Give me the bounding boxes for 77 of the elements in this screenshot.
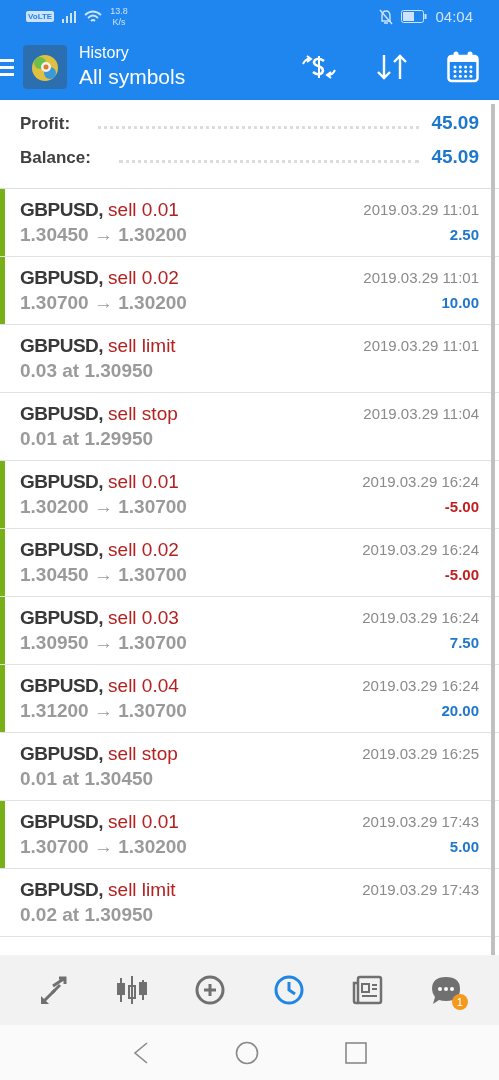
signal-icon xyxy=(62,10,77,23)
price-change: 1.30450 → 1.30700 xyxy=(20,563,187,586)
price-change: 1.30950 → 1.30700 xyxy=(20,631,187,654)
newspaper-icon xyxy=(351,974,384,1006)
trade-type: sell stop xyxy=(108,742,178,765)
muted-bell-icon xyxy=(379,8,394,25)
trade-profit: 10.00 xyxy=(441,294,479,311)
summary-value: 45.09 xyxy=(431,112,479,134)
trade-type: sell 0.04 xyxy=(108,674,179,697)
trade-type: sell 0.02 xyxy=(108,538,179,561)
price-change: 1.30700 → 1.30200 xyxy=(20,291,187,314)
recents-icon[interactable] xyxy=(344,1041,367,1064)
trade-type: sell stop xyxy=(108,402,178,425)
trade-time: 2019.03.29 16:24 xyxy=(362,677,479,694)
trade-type: sell limit xyxy=(108,878,176,901)
symbol: GBPUSD, xyxy=(20,878,104,901)
trade-type: sell 0.02 xyxy=(108,266,179,289)
trade-time: 2019.03.29 16:24 xyxy=(362,541,479,558)
trade-type: sell 0.01 xyxy=(108,470,179,493)
order-detail: 0.01 at 1.30450 xyxy=(20,767,154,790)
clock: 04:04 xyxy=(435,8,473,25)
trade-time: 2019.03.29 16:24 xyxy=(362,473,479,490)
price-change: 1.30200 → 1.30700 xyxy=(20,495,187,518)
home-icon[interactable] xyxy=(234,1040,259,1065)
battery-icon xyxy=(401,10,428,23)
summary-label: Balance: xyxy=(20,148,91,168)
trade-profit: -5.00 xyxy=(444,498,479,515)
symbol: GBPUSD, xyxy=(20,810,104,833)
back-icon[interactable] xyxy=(132,1041,149,1064)
network-badge: VoLTE xyxy=(26,11,55,22)
trade-profit: 20.00 xyxy=(441,702,479,719)
screen-title: History xyxy=(79,42,130,63)
trade-icon xyxy=(194,974,227,1006)
symbol: GBPUSD, xyxy=(20,402,104,425)
notification-badge: 1 xyxy=(451,994,468,1010)
trade-time: 2019.03.29 16:24 xyxy=(362,609,479,626)
trade-time: 2019.03.29 17:43 xyxy=(362,881,479,898)
symbol: GBPUSD, xyxy=(20,198,104,221)
speed-unit: K/s xyxy=(112,16,126,28)
price-change: 1.31200 → 1.30700 xyxy=(20,699,187,722)
symbol: GBPUSD, xyxy=(20,334,104,357)
trade-time: 2019.03.29 17:43 xyxy=(362,813,479,830)
symbol: GBPUSD, xyxy=(20,606,104,629)
candlestick-chart-icon xyxy=(115,974,148,1006)
network-speed: 13.8 xyxy=(110,5,128,17)
price-change: 1.30700 → 1.30200 xyxy=(20,835,187,858)
app-logo-icon xyxy=(23,44,67,89)
trade-time: 2019.03.29 16:25 xyxy=(362,745,479,762)
symbol: GBPUSD, xyxy=(20,470,104,493)
trade-time: 2019.03.29 11:01 xyxy=(363,337,479,354)
trade-profit: -5.00 xyxy=(444,566,479,583)
trade-profit: 5.00 xyxy=(449,838,479,855)
trade-type: sell 0.01 xyxy=(108,198,179,221)
trade-type: sell 0.01 xyxy=(108,810,179,833)
order-detail: 0.01 at 1.29950 xyxy=(20,427,154,450)
chat-icon xyxy=(429,974,462,1006)
symbol: GBPUSD, xyxy=(20,266,104,289)
symbol-filter[interactable]: All symbols xyxy=(79,62,186,91)
symbol: GBPUSD, xyxy=(20,742,104,765)
symbol: GBPUSD, xyxy=(20,538,104,561)
history-clock-icon xyxy=(272,974,305,1006)
summary-label: Profit: xyxy=(20,114,71,134)
order-detail: 0.02 at 1.30950 xyxy=(20,903,154,926)
trade-profit: 7.50 xyxy=(449,634,479,651)
wifi-icon xyxy=(84,9,103,24)
price-change: 1.30450 → 1.30200 xyxy=(20,223,187,246)
trade-time: 2019.03.29 11:04 xyxy=(363,405,479,422)
menu-icon[interactable] xyxy=(0,57,14,76)
trade-time: 2019.03.29 11:01 xyxy=(363,269,479,286)
trade-profit: 2.50 xyxy=(449,226,479,243)
calendar-icon[interactable] xyxy=(447,50,479,83)
trade-time: 2019.03.29 11:01 xyxy=(363,201,479,218)
order-detail: 0.03 at 1.30950 xyxy=(20,359,154,382)
trade-type: sell limit xyxy=(108,334,176,357)
symbol: GBPUSD, xyxy=(20,674,104,697)
summary-value: 45.09 xyxy=(431,146,479,168)
trade-type: sell 0.03 xyxy=(108,606,179,629)
